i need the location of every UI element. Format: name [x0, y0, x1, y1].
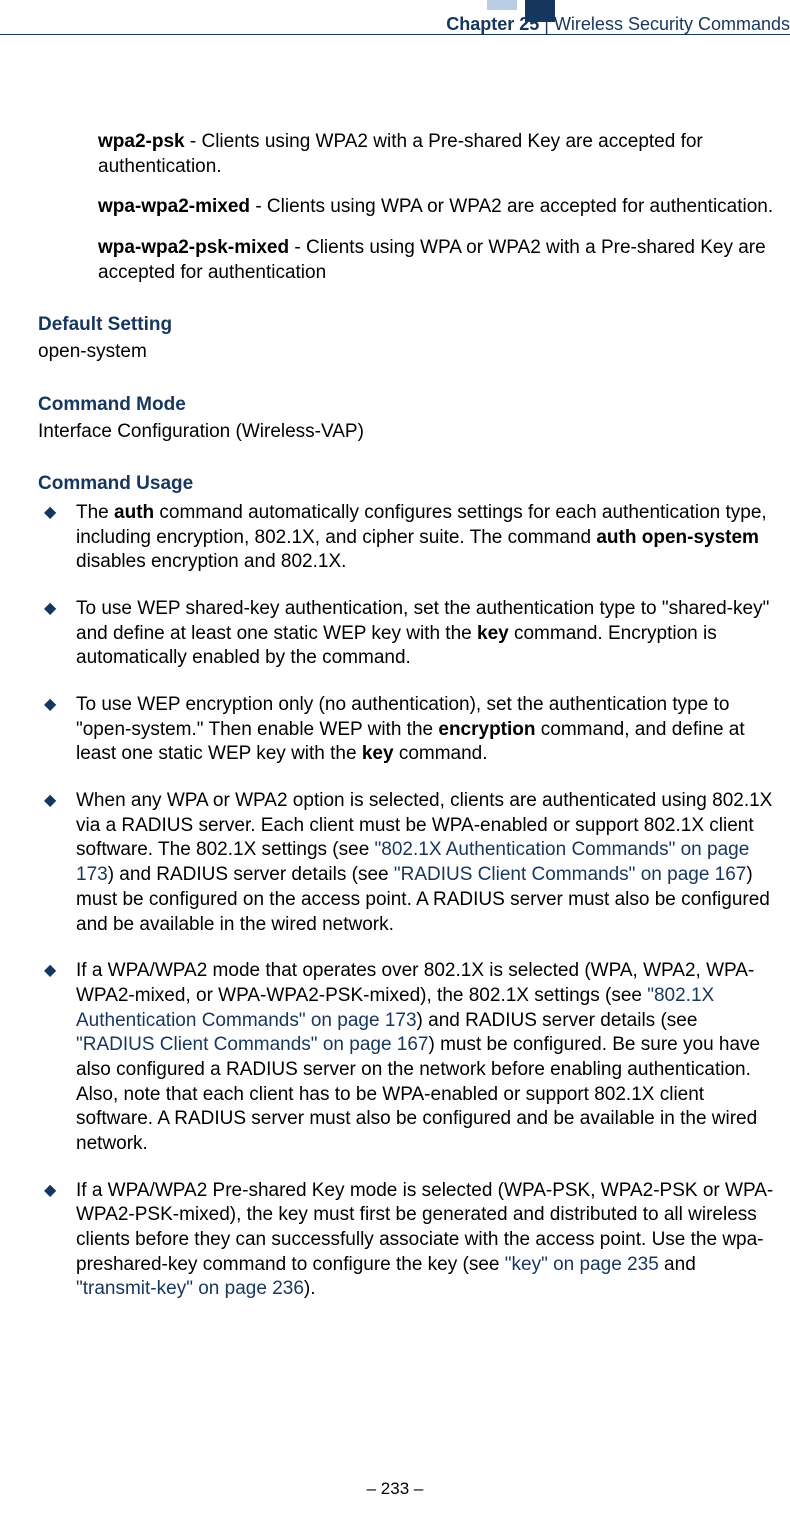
bullet-icon: ◆ [44, 1181, 56, 1202]
body-text: disables encryption and 802.1X. [76, 551, 346, 572]
bullet-icon: ◆ [44, 503, 56, 524]
body-text: command. [394, 743, 488, 764]
list-item: ◆If a WPA/WPA2 mode that operates over 8… [38, 959, 780, 1157]
chapter-label: Chapter 25 [446, 14, 539, 34]
cross-reference-link[interactable]: "RADIUS Client Commands" on page 167 [394, 864, 747, 885]
body-text: ). [304, 1278, 316, 1299]
bold-text: auth [114, 502, 154, 523]
body-text: and [659, 1254, 696, 1275]
definition-term: wpa-wpa2-psk-mixed [98, 237, 289, 258]
cross-reference-link[interactable]: "key" on page 235 [505, 1254, 659, 1275]
cross-reference-link[interactable]: "transmit-key" on page 236 [76, 1278, 304, 1299]
bold-text: auth open-system [596, 527, 759, 548]
definitions-list: wpa2-psk - Clients using WPA2 with a Pre… [38, 130, 780, 285]
command-mode-value: Interface Configuration (Wireless-VAP) [38, 420, 780, 445]
definition-term: wpa-wpa2-mixed [98, 196, 250, 217]
definition-item: wpa2-psk - Clients using WPA2 with a Pre… [98, 130, 780, 179]
body-text: ) and RADIUS server details (see [417, 1010, 698, 1031]
page-footer: – 233 – [0, 1478, 790, 1500]
definition-term: wpa2-psk [98, 131, 185, 152]
definition-item: wpa-wpa2-psk-mixed - Clients using WPA o… [98, 236, 780, 285]
body-text: The [76, 502, 114, 523]
bullet-icon: ◆ [44, 961, 56, 982]
definition-item: wpa-wpa2-mixed - Clients using WPA or WP… [98, 195, 780, 220]
body-text: ) and RADIUS server details (see [108, 864, 394, 885]
command-mode-heading: Command Mode [38, 393, 780, 418]
header-tab-light [487, 0, 517, 10]
bullet-icon: ◆ [44, 695, 56, 716]
list-item: ◆To use WEP encryption only (no authenti… [38, 693, 780, 767]
header-rule [0, 34, 790, 35]
bold-text: key [477, 623, 509, 644]
page-content: wpa2-psk - Clients using WPA2 with a Pre… [38, 130, 780, 1324]
list-item: ◆The auth command automatically configur… [38, 501, 780, 575]
list-item: ◆To use WEP shared-key authentication, s… [38, 597, 780, 671]
definition-desc: - Clients using WPA or WPA2 are accepted… [250, 196, 773, 217]
bold-text: encryption [438, 719, 535, 740]
default-setting-value: open-system [38, 340, 780, 365]
bullet-icon: ◆ [44, 791, 56, 812]
list-item: ◆When any WPA or WPA2 option is selected… [38, 789, 780, 937]
list-item: ◆If a WPA/WPA2 Pre-shared Key mode is se… [38, 1179, 780, 1302]
chapter-separator: | [539, 14, 554, 34]
command-usage-heading: Command Usage [38, 472, 780, 497]
command-usage-list: ◆The auth command automatically configur… [38, 501, 780, 1302]
page-header: Chapter 25 | Wireless Security Commands [0, 0, 790, 35]
bullet-icon: ◆ [44, 599, 56, 620]
chapter-title: Wireless Security Commands [554, 14, 790, 34]
default-setting-heading: Default Setting [38, 313, 780, 338]
page-number: – 233 – [367, 1479, 424, 1498]
cross-reference-link[interactable]: "RADIUS Client Commands" on page 167 [76, 1034, 429, 1055]
bold-text: key [362, 743, 394, 764]
definition-desc: - Clients using WPA2 with a Pre-shared K… [98, 131, 703, 177]
